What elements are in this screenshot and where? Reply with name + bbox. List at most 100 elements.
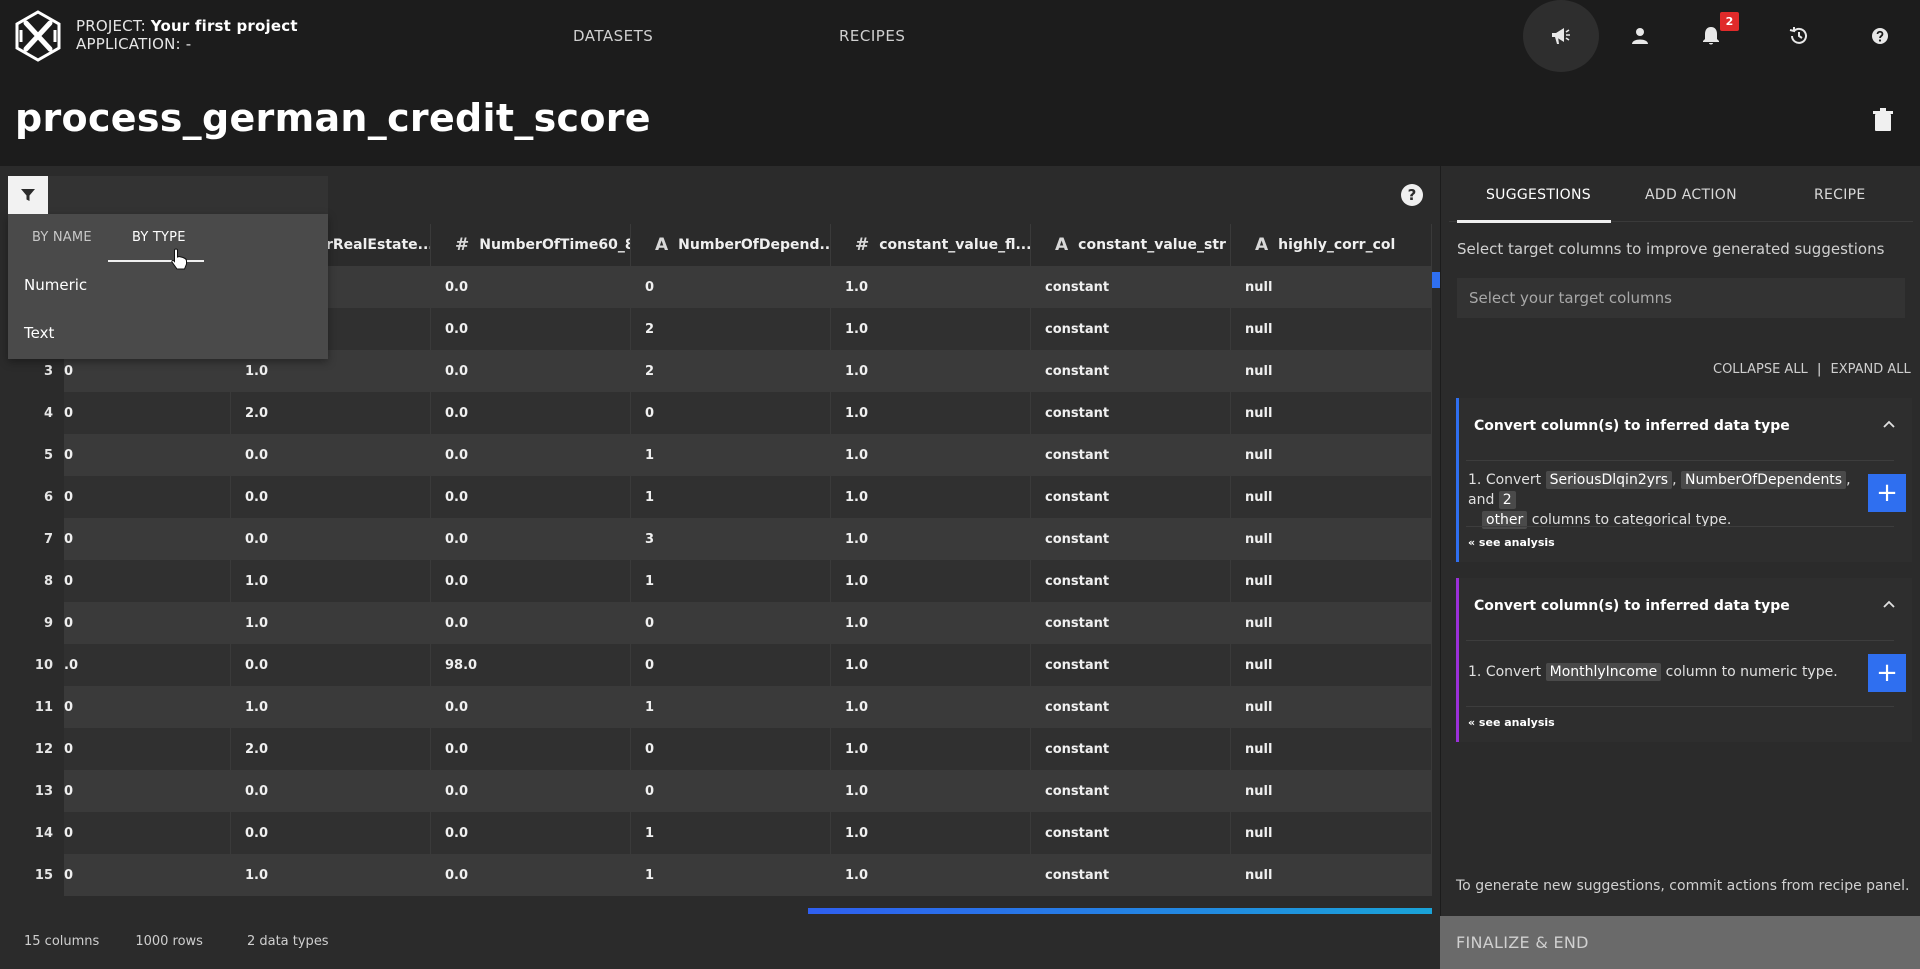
table-cell[interactable]: 0 — [64, 854, 231, 896]
filter-option-text[interactable]: Text — [24, 324, 54, 342]
table-cell[interactable]: 2.0 — [231, 728, 431, 770]
table-cell[interactable]: 1.0 — [831, 392, 1031, 434]
table-cell[interactable]: 3 — [631, 518, 831, 560]
table-cell[interactable]: 1.0 — [831, 266, 1031, 308]
table-cell[interactable]: 0 — [631, 392, 831, 434]
vertical-scrollbar[interactable] — [1432, 272, 1440, 288]
table-cell[interactable]: 1.0 — [831, 602, 1031, 644]
table-cell[interactable]: 0 — [64, 602, 231, 644]
table-row[interactable]: 0 0.0 0.0 1 1.0 constant null — [64, 476, 1432, 518]
table-row[interactable]: 0 1.0 0.0 1 1.0 constant null — [64, 854, 1432, 896]
table-cell[interactable]: null — [1231, 644, 1432, 686]
table-cell[interactable]: 0 — [631, 602, 831, 644]
table-cell[interactable]: 1.0 — [231, 854, 431, 896]
table-cell[interactable]: 0.0 — [231, 770, 431, 812]
table-cell[interactable]: null — [1231, 434, 1432, 476]
expand-all-button[interactable]: EXPAND ALL — [1830, 362, 1910, 377]
user-button[interactable] — [1619, 15, 1661, 57]
table-cell[interactable]: constant — [1031, 560, 1231, 602]
table-cell[interactable]: 1 — [631, 854, 831, 896]
table-cell[interactable]: 1.0 — [831, 350, 1031, 392]
table-cell[interactable]: 1.0 — [231, 686, 431, 728]
table-cell[interactable]: null — [1231, 308, 1432, 350]
table-row[interactable]: 0 2.0 0.0 0 1.0 constant null — [64, 728, 1432, 770]
table-cell[interactable]: 1.0 — [831, 728, 1031, 770]
table-cell[interactable]: null — [1231, 728, 1432, 770]
table-cell[interactable]: 0.0 — [431, 728, 631, 770]
table-cell[interactable]: 0 — [64, 434, 231, 476]
table-row[interactable]: 0 0.0 0.0 1 1.0 constant null — [64, 434, 1432, 476]
column-header[interactable]: Aconstant_value_str — [1031, 224, 1231, 266]
table-cell[interactable]: .0 — [64, 644, 231, 686]
column-header[interactable]: # constant_value_fl... — [831, 224, 1031, 266]
table-cell[interactable]: constant — [1031, 308, 1231, 350]
filter-option-numeric[interactable]: Numeric — [24, 276, 87, 294]
table-cell[interactable]: 0 — [64, 728, 231, 770]
table-cell[interactable]: 1.0 — [231, 602, 431, 644]
announcements-button[interactable] — [1523, 0, 1599, 72]
apply-suggestion-button[interactable]: + — [1868, 474, 1906, 512]
filter-tab-by-type[interactable]: BY TYPE — [132, 230, 186, 245]
table-cell[interactable]: 0 — [631, 644, 831, 686]
table-cell[interactable]: 0 — [64, 560, 231, 602]
table-cell[interactable]: constant — [1031, 854, 1231, 896]
table-cell[interactable]: constant — [1031, 476, 1231, 518]
table-row[interactable]: 0 1.0 0.0 1 1.0 constant null — [64, 686, 1432, 728]
table-cell[interactable]: 0.0 — [431, 812, 631, 854]
grid-help-icon[interactable]: ? — [1401, 184, 1423, 206]
table-cell[interactable]: 0 — [64, 476, 231, 518]
apply-suggestion-button[interactable]: + — [1868, 654, 1906, 692]
table-cell[interactable]: 0 — [631, 770, 831, 812]
table-cell[interactable]: 1.0 — [831, 476, 1031, 518]
table-cell[interactable]: constant — [1031, 728, 1231, 770]
tab-recipe[interactable]: RECIPE — [1814, 187, 1866, 203]
column-header[interactable]: A NumberOfDepend... — [631, 224, 831, 266]
table-cell[interactable]: 1.0 — [831, 434, 1031, 476]
table-cell[interactable]: constant — [1031, 686, 1231, 728]
logo-icon[interactable] — [12, 10, 64, 62]
table-cell[interactable]: 0.0 — [431, 560, 631, 602]
chevron-up-icon[interactable] — [1880, 596, 1898, 614]
table-cell[interactable]: constant — [1031, 602, 1231, 644]
collapse-all-button[interactable]: COLLAPSE ALL — [1713, 362, 1808, 377]
table-row[interactable]: 0 2.0 0.0 0 1.0 constant null — [64, 392, 1432, 434]
table-cell[interactable]: 0.0 — [431, 350, 631, 392]
chevron-up-icon[interactable] — [1880, 416, 1898, 434]
column-header[interactable]: Ahighly_corr_col — [1231, 224, 1432, 266]
nav-datasets[interactable]: DATASETS — [573, 27, 653, 45]
table-cell[interactable]: 1 — [631, 686, 831, 728]
tab-add-action[interactable]: ADD ACTION — [1645, 187, 1737, 203]
table-cell[interactable]: null — [1231, 854, 1432, 896]
column-header[interactable]: #NumberOfTime60_8... — [431, 224, 631, 266]
table-cell[interactable]: 0.0 — [231, 476, 431, 518]
target-columns-input[interactable] — [1457, 278, 1905, 318]
table-row[interactable]: 0 0.0 0.0 1 1.0 constant null — [64, 812, 1432, 854]
table-cell[interactable]: 1.0 — [831, 518, 1031, 560]
table-cell[interactable]: null — [1231, 812, 1432, 854]
table-cell[interactable]: 0 — [64, 812, 231, 854]
table-cell[interactable]: 1.0 — [831, 854, 1031, 896]
table-cell[interactable]: null — [1231, 392, 1432, 434]
table-cell[interactable]: 0.0 — [231, 812, 431, 854]
table-cell[interactable]: 98.0 — [431, 644, 631, 686]
table-cell[interactable]: 1.0 — [831, 812, 1031, 854]
table-cell[interactable]: 0.0 — [431, 686, 631, 728]
table-cell[interactable]: null — [1231, 560, 1432, 602]
table-cell[interactable]: 1 — [631, 476, 831, 518]
table-cell[interactable]: 0.0 — [431, 266, 631, 308]
table-cell[interactable]: 2.0 — [231, 392, 431, 434]
table-cell[interactable]: 0 — [631, 728, 831, 770]
table-cell[interactable]: constant — [1031, 350, 1231, 392]
table-cell[interactable]: 0.0 — [431, 770, 631, 812]
table-cell[interactable]: constant — [1031, 812, 1231, 854]
table-cell[interactable]: null — [1231, 770, 1432, 812]
table-cell[interactable]: 0.0 — [431, 434, 631, 476]
table-cell[interactable]: constant — [1031, 770, 1231, 812]
table-cell[interactable]: 0 — [64, 686, 231, 728]
nav-recipes[interactable]: RECIPES — [839, 27, 905, 45]
table-cell[interactable]: 0 — [631, 266, 831, 308]
table-cell[interactable]: null — [1231, 602, 1432, 644]
tab-suggestions[interactable]: SUGGESTIONS — [1486, 187, 1591, 203]
table-cell[interactable]: 0 — [64, 392, 231, 434]
table-cell[interactable]: 0.0 — [431, 602, 631, 644]
